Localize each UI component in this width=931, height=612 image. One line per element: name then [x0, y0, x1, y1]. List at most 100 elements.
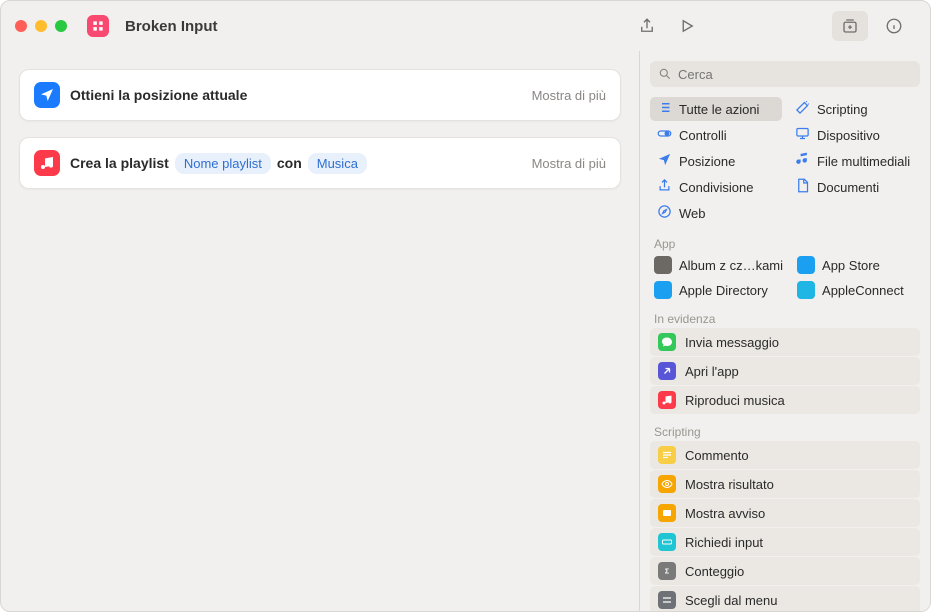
category-label: Condivisione — [679, 180, 753, 195]
category-note[interactable]: File multimediali — [788, 149, 920, 173]
library-sidebar: Tutte le azioni Scripting Controlli Disposi… — [640, 51, 930, 611]
menu-icon — [658, 591, 676, 609]
titlebar: Broken Input — [1, 1, 930, 51]
show-more-button[interactable]: Mostra di più — [532, 156, 606, 171]
app-label: Album z cz…kami — [679, 258, 783, 273]
action-list-item[interactable]: Invia messaggio — [650, 328, 920, 356]
app-label: AppleConnect — [822, 283, 904, 298]
run-button[interactable] — [672, 11, 702, 41]
action-label: Ottieni la posizione attuale — [70, 87, 247, 103]
category-label: Dispositivo — [817, 128, 880, 143]
input-icon — [658, 533, 676, 551]
action-card[interactable]: Ottieni la posizione attuale Mostra di pi… — [19, 69, 621, 121]
library-button[interactable] — [832, 11, 868, 41]
category-label: File multimediali — [817, 154, 910, 169]
display-icon — [795, 126, 810, 144]
app-item[interactable]: Apple Directory — [650, 278, 787, 302]
category-list[interactable]: Tutte le azioni — [650, 97, 782, 121]
minimize-button[interactable] — [35, 20, 47, 32]
action-list-item[interactable]: Riproduci musica — [650, 386, 920, 414]
section-header-apps: App — [640, 227, 930, 253]
category-label: Posizione — [679, 154, 735, 169]
shortcut-icon — [87, 15, 109, 37]
location-icon — [657, 152, 672, 170]
app-window: Broken Input Ottieni la posizione attual… — [0, 0, 931, 612]
action-list-label: Commento — [685, 448, 749, 463]
category-label: Documenti — [817, 180, 879, 195]
search-input[interactable] — [678, 67, 912, 82]
action-list-item[interactable]: Commento — [650, 441, 920, 469]
category-location[interactable]: Posizione — [650, 149, 782, 173]
action-list-label: Invia messaggio — [685, 335, 779, 350]
window-controls — [15, 20, 67, 32]
action-text: Crea la playlist Nome playlist con Musica — [70, 153, 367, 174]
location-icon — [34, 82, 60, 108]
action-list-item[interactable]: Apri l'app — [650, 357, 920, 385]
alert-icon — [658, 504, 676, 522]
app-label: App Store — [822, 258, 880, 273]
search-icon — [658, 67, 672, 81]
category-switch[interactable]: Controlli — [650, 123, 782, 147]
parameter-token[interactable]: Nome playlist — [175, 153, 271, 174]
category-display[interactable]: Dispositivo — [788, 123, 920, 147]
action-list-item[interactable]: Mostra avviso — [650, 499, 920, 527]
category-doc[interactable]: Documenti — [788, 175, 920, 199]
music-icon — [658, 391, 676, 409]
action-list-item[interactable]: Σ Conteggio — [650, 557, 920, 585]
action-list-label: Apri l'app — [685, 364, 739, 379]
app-icon — [654, 281, 672, 299]
category-wand[interactable]: Scripting — [788, 97, 920, 121]
sigma-icon: Σ — [658, 562, 676, 580]
message-icon — [658, 333, 676, 351]
category-label: Web — [679, 206, 706, 221]
action-list-label: Mostra avviso — [685, 506, 765, 521]
action-list-label: Mostra risultato — [685, 477, 774, 492]
section-header-featured: In evidenza — [640, 302, 930, 328]
app-item[interactable]: AppleConnect — [793, 278, 920, 302]
doc-icon — [795, 178, 810, 196]
close-button[interactable] — [15, 20, 27, 32]
category-label: Scripting — [817, 102, 868, 117]
action-card[interactable]: Crea la playlist Nome playlist con Musica Mo… — [19, 137, 621, 189]
share-icon — [657, 178, 672, 196]
app-icon — [654, 256, 672, 274]
action-text: Ottieni la posizione attuale — [70, 87, 247, 103]
category-label: Controlli — [679, 128, 727, 143]
category-label: Tutte le azioni — [679, 102, 759, 117]
action-list-item[interactable]: Mostra risultato — [650, 470, 920, 498]
app-icon — [797, 256, 815, 274]
action-list-label: Scegli dal menu — [685, 593, 778, 608]
search-field[interactable] — [650, 61, 920, 87]
music-icon — [34, 150, 60, 176]
section-header-scripting: Scripting — [640, 415, 930, 441]
lines-icon — [658, 446, 676, 464]
safari-icon — [657, 204, 672, 222]
action-label: con — [277, 155, 302, 171]
action-list-item[interactable]: Scegli dal menu — [650, 586, 920, 611]
category-share[interactable]: Condivisione — [650, 175, 782, 199]
action-list-label: Riproduci musica — [685, 393, 785, 408]
eye-icon — [658, 475, 676, 493]
list-icon — [657, 100, 672, 118]
action-list-item[interactable]: Richiedi input — [650, 528, 920, 556]
show-more-button[interactable]: Mostra di più — [532, 88, 606, 103]
share-button[interactable] — [632, 11, 662, 41]
action-label: Crea la playlist — [70, 155, 169, 171]
app-label: Apple Directory — [679, 283, 768, 298]
info-button[interactable] — [876, 11, 912, 41]
switch-icon — [657, 126, 672, 144]
open-icon — [658, 362, 676, 380]
note-icon — [795, 152, 810, 170]
svg-text:Σ: Σ — [665, 569, 669, 576]
app-icon — [797, 281, 815, 299]
wand-icon — [795, 100, 810, 118]
window-title: Broken Input — [125, 18, 218, 35]
app-item[interactable]: App Store — [793, 253, 920, 277]
app-item[interactable]: Album z cz…kami — [650, 253, 787, 277]
action-list-label: Richiedi input — [685, 535, 763, 550]
editor-canvas[interactable]: Ottieni la posizione attuale Mostra di pi… — [1, 51, 640, 611]
category-safari[interactable]: Web — [650, 201, 782, 225]
parameter-token[interactable]: Musica — [308, 153, 367, 174]
maximize-button[interactable] — [55, 20, 67, 32]
action-list-label: Conteggio — [685, 564, 744, 579]
